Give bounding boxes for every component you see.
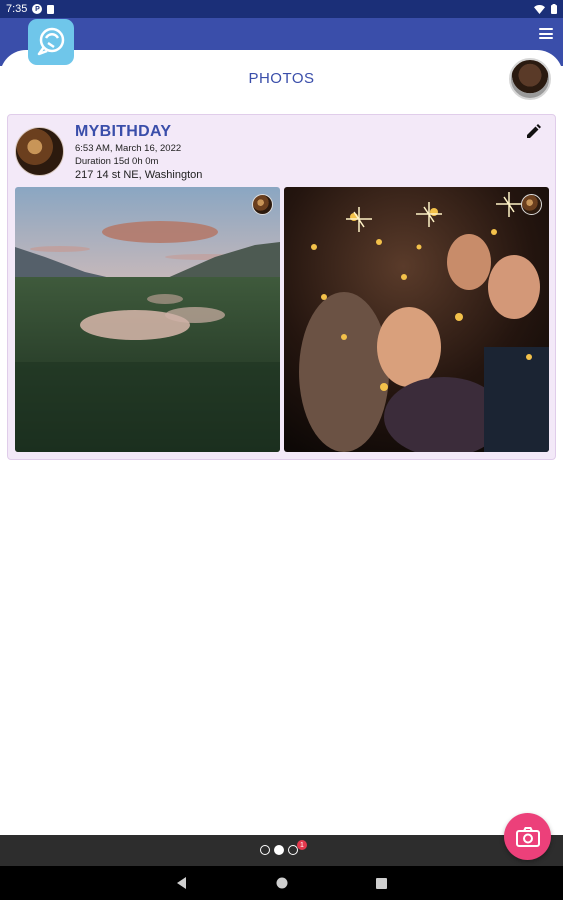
home-icon: [276, 877, 287, 889]
status-time: 7:35: [6, 3, 28, 15]
notification-badge: 1: [297, 840, 307, 850]
camera-icon: [515, 826, 540, 847]
recents-icon: [376, 877, 387, 889]
photo-owner-thumb: [521, 194, 542, 215]
notification-p-icon: P: [32, 4, 43, 14]
home-button[interactable]: [270, 871, 294, 895]
app-logo-icon: [37, 27, 65, 56]
system-nav-bar: [0, 866, 563, 900]
event-avatar: [15, 127, 64, 176]
status-bar: 7:35 P: [0, 0, 563, 18]
page-dot-2[interactable]: [274, 845, 284, 855]
back-icon: [176, 877, 186, 889]
event-card[interactable]: MYBITHDAY 6:53 AM, March 16, 2022 Durati…: [7, 114, 556, 460]
edit-icon[interactable]: [525, 124, 541, 140]
landscape-image: [15, 187, 280, 452]
page-dot-1[interactable]: [260, 845, 270, 855]
photo-party[interactable]: [284, 187, 549, 452]
event-time: 6:53 AM, March 16, 2022: [75, 143, 182, 154]
photo-owner-thumb: [252, 194, 273, 215]
back-button[interactable]: [170, 871, 194, 895]
app-logo[interactable]: [28, 19, 74, 65]
wifi-icon: [534, 4, 545, 14]
battery-icon: [551, 4, 557, 14]
menu-icon[interactable]: [539, 28, 553, 39]
recents-button[interactable]: [370, 871, 394, 895]
event-title: MYBITHDAY: [75, 123, 172, 140]
page-title: PHOTOS: [248, 70, 315, 87]
notification-sim-icon: [47, 4, 55, 14]
event-duration: Duration 15d 0h 0m: [75, 156, 159, 167]
party-image: [284, 187, 549, 452]
bottom-bar: 1: [0, 835, 563, 866]
page-indicator: 1: [260, 840, 307, 855]
event-location: 217 14 st NE, Washington: [75, 169, 203, 181]
photo-landscape[interactable]: [15, 187, 280, 452]
profile-avatar[interactable]: [509, 58, 551, 100]
camera-button[interactable]: [504, 813, 551, 860]
